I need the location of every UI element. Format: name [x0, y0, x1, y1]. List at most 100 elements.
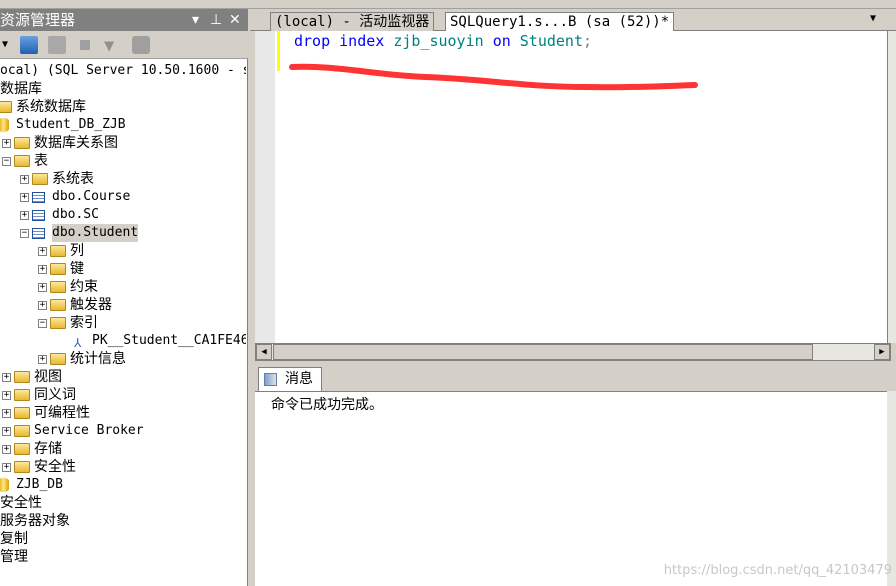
tree-node[interactable]: ZJB_DB — [0, 476, 246, 494]
collapse-icon[interactable]: − — [20, 229, 29, 238]
folder-icon — [50, 299, 66, 311]
expand-icon[interactable]: + — [2, 373, 11, 382]
tree-node[interactable]: 服务器对象 — [0, 512, 246, 530]
expand-icon[interactable]: + — [2, 391, 11, 400]
connect-icon[interactable] — [20, 36, 38, 54]
tree-node[interactable]: + 约束 — [0, 278, 246, 296]
expand-icon[interactable]: + — [2, 139, 11, 148]
folder-icon — [32, 173, 48, 185]
expand-icon[interactable]: + — [38, 265, 47, 274]
tree-node[interactable]: ocal) (SQL Server 10.50.1600 - s — [0, 62, 246, 80]
folder-icon — [50, 245, 66, 257]
tree-node-label: 键 — [70, 261, 84, 277]
tree-node[interactable]: + 键 — [0, 260, 246, 278]
watermark: https://blog.csdn.net/qq_42103479 — [663, 563, 892, 578]
tree-node-label: 表 — [34, 153, 48, 169]
tree-node-label: 同义词 — [34, 387, 76, 403]
expand-icon[interactable]: + — [38, 247, 47, 256]
tree-node[interactable]: 安全性 — [0, 494, 246, 512]
tree-node-label: 数据库 — [0, 81, 42, 97]
tree-node-label: 可编程性 — [34, 405, 90, 421]
tree-node[interactable]: 数据库 — [0, 80, 246, 98]
scroll-right-button[interactable]: ▶ — [874, 344, 890, 360]
explorer-toolbar: ▼ ▼ — [0, 31, 248, 59]
dropdown-icon[interactable]: ▾ — [192, 9, 199, 31]
tab-sqlquery1[interactable]: SQLQuery1.s...B (sa (52))* — [445, 12, 675, 31]
messages-vertical-scrollbar[interactable] — [887, 391, 896, 586]
tree-node-label: Service Broker — [34, 423, 144, 438]
stop-icon[interactable] — [80, 40, 90, 50]
pin-icon[interactable]: ⊥ — [210, 9, 222, 31]
tree-node-label: dbo.SC — [52, 207, 99, 222]
folder-icon — [0, 101, 12, 113]
collapse-icon[interactable]: − — [2, 157, 11, 166]
sql-editor[interactable]: drop index zjb_suoyin on Student; — [255, 31, 887, 343]
editor-horizontal-scrollbar[interactable]: ◀ ▶ — [255, 343, 891, 361]
close-icon[interactable]: ✕ — [229, 9, 241, 31]
tree-node[interactable]: + 列 — [0, 242, 246, 260]
tree-node-label: 列 — [70, 243, 84, 259]
tree-node[interactable]: + 视图 — [0, 368, 246, 386]
scroll-thumb[interactable] — [273, 344, 813, 360]
expand-icon[interactable]: + — [38, 283, 47, 292]
tree-node[interactable]: 复制 — [0, 530, 246, 548]
tree-node-label: 管理 — [0, 549, 28, 565]
folder-icon — [50, 263, 66, 275]
tree-node[interactable]: − 表 — [0, 152, 246, 170]
messages-icon — [264, 373, 277, 386]
collapse-icon[interactable]: − — [38, 319, 47, 328]
tree-node[interactable]: + 可编程性 — [0, 404, 246, 422]
table-icon — [32, 192, 45, 203]
expand-icon[interactable]: + — [20, 211, 29, 220]
folder-icon — [14, 443, 30, 455]
editor-vertical-scrollbar[interactable] — [887, 31, 896, 343]
tree-node-label: 服务器对象 — [0, 513, 70, 529]
tree-node[interactable]: + 统计信息 — [0, 350, 246, 368]
object-explorer: 资源管理器 ▾ ⊥ ✕ ▼ ▼ ocal) (SQL Server 10.50.… — [0, 9, 248, 586]
messages-tab-label: 消息 — [285, 371, 313, 387]
main-toolbar — [0, 0, 896, 9]
filter-icon[interactable]: ▼ — [104, 36, 122, 56]
document-tabs: (local) - 活动监视器 SQLQuery1.s...B (sa (52)… — [250, 9, 896, 31]
scroll-left-button[interactable]: ◀ — [256, 344, 272, 360]
table-icon — [32, 228, 45, 239]
tree-node-label: Student_DB_ZJB — [16, 117, 126, 132]
tree-node[interactable]: + dbo.SC — [0, 206, 246, 224]
folder-icon — [14, 389, 30, 401]
tree-node[interactable]: Student_DB_ZJB — [0, 116, 246, 134]
expand-icon[interactable]: + — [38, 301, 47, 310]
expand-icon[interactable]: + — [2, 427, 11, 436]
tab-activity-monitor[interactable]: (local) - 活动监视器 — [270, 12, 435, 31]
expand-icon[interactable]: + — [2, 445, 11, 454]
tab-list-dropdown-icon[interactable]: ▼ — [870, 13, 876, 24]
tree-node[interactable]: + 同义词 — [0, 386, 246, 404]
tree-node[interactable]: + 存储 — [0, 440, 246, 458]
tree-node[interactable]: + Service Broker — [0, 422, 246, 440]
disconnect-icon[interactable] — [48, 36, 66, 54]
tree-node-label: 安全性 — [34, 459, 76, 475]
tree-node[interactable]: 管理 — [0, 548, 246, 566]
refresh-icon[interactable] — [132, 36, 150, 54]
tree-node-label: 视图 — [34, 369, 62, 385]
tab-messages[interactable]: 消息 — [258, 367, 322, 391]
expand-icon[interactable]: + — [2, 409, 11, 418]
tree-node-label: 数据库关系图 — [34, 135, 118, 151]
tree-node[interactable]: ⅄ PK__Student__CA1FE46 — [0, 332, 246, 350]
expand-icon[interactable]: + — [38, 355, 47, 364]
folder-icon — [14, 155, 30, 167]
tree-node[interactable]: − 索引 — [0, 314, 246, 332]
expand-icon[interactable]: + — [20, 175, 29, 184]
tree-node[interactable]: + dbo.Course — [0, 188, 246, 206]
connect-dropdown-icon[interactable]: ▼ — [2, 39, 20, 57]
tree-node[interactable]: + 系统表 — [0, 170, 246, 188]
tree-node-label: ocal) (SQL Server 10.50.1600 - s — [0, 63, 246, 78]
tree-node[interactable]: 系统数据库 — [0, 98, 246, 116]
tree-node-label: 存储 — [34, 441, 62, 457]
tree-node[interactable]: − dbo.Student — [0, 224, 246, 242]
tree-node[interactable]: + 安全性 — [0, 458, 246, 476]
expand-icon[interactable]: + — [2, 463, 11, 472]
tree-node[interactable]: + 触发器 — [0, 296, 246, 314]
tree-node[interactable]: + 数据库关系图 — [0, 134, 246, 152]
tree-node-label: 索引 — [70, 315, 98, 331]
expand-icon[interactable]: + — [20, 193, 29, 202]
